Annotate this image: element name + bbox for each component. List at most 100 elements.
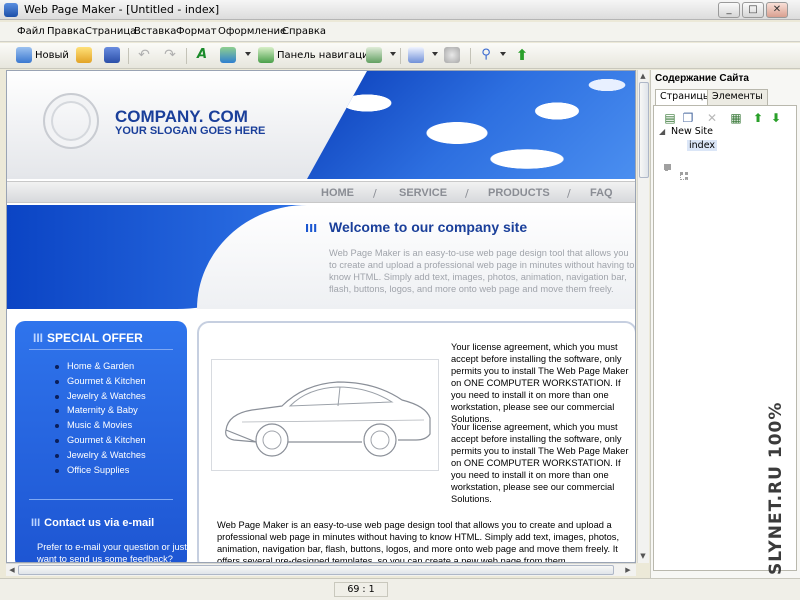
- new-page-icon: [16, 47, 32, 63]
- navigation-bar-icon: [258, 47, 274, 63]
- tree-item-site[interactable]: New Site: [671, 126, 713, 137]
- toolbar-separator: [470, 48, 471, 64]
- nav-separator: /: [567, 187, 571, 200]
- nav-separator: /: [373, 187, 377, 200]
- delete-icon[interactable]: ✕: [704, 110, 720, 126]
- offer-item[interactable]: Jewelry & Watches: [41, 391, 146, 406]
- description-text: Web Page Maker is an easy-to-use web pag…: [217, 520, 620, 563]
- nav-faq[interactable]: FAQ: [590, 187, 613, 199]
- pencil-icon: [408, 47, 424, 63]
- menu-help[interactable]: Справка: [282, 26, 326, 37]
- navigation-panel-button[interactable]: Панель навигации: [258, 47, 375, 65]
- save-icon: [104, 47, 120, 63]
- image-icon: [220, 47, 236, 63]
- offer-item[interactable]: Gourmet & Kitchen: [41, 376, 146, 391]
- offer-item[interactable]: Jewelry & Watches: [41, 450, 146, 465]
- toolbar: Новый ↶ ↷ A Панель навигации ⚲ ⬆: [0, 43, 800, 69]
- new-button[interactable]: Новый: [16, 47, 69, 65]
- redo-icon: ↷: [164, 47, 176, 63]
- chevron-down-icon[interactable]: [245, 52, 251, 56]
- menu-insert[interactable]: Вставка: [134, 26, 176, 37]
- upload-button[interactable]: ⬆: [514, 47, 530, 65]
- toolbar-separator: [128, 48, 129, 64]
- offer-item[interactable]: Home & Garden: [41, 361, 146, 376]
- scroll-down-icon[interactable]: ▼: [638, 551, 648, 561]
- site-nav-bar: HOME / SERVICE / PRODUCTS / FAQ: [7, 181, 635, 203]
- menu-bar: Файл Правка Страница Вставка Формат Офор…: [0, 22, 800, 42]
- offer-item[interactable]: Maternity & Baby: [41, 405, 146, 420]
- insert-object-button[interactable]: [366, 47, 382, 65]
- scroll-up-icon[interactable]: ▲: [638, 71, 648, 81]
- zoom-button[interactable]: ⚲: [478, 47, 494, 65]
- menu-page[interactable]: Страница: [85, 26, 136, 37]
- offer-list: Home & Garden Gourmet & Kitchen Jewelry …: [41, 361, 146, 479]
- offer-item[interactable]: Office Supplies: [41, 465, 146, 480]
- page-properties-icon[interactable]: ▦: [728, 110, 744, 126]
- edit-button[interactable]: [408, 47, 424, 65]
- globe-icon: [444, 47, 460, 63]
- panel-title: Содержание Сайта: [655, 73, 749, 84]
- design-canvas[interactable]: COMPANY. COM YOUR SLOGAN GOES HERE HOME …: [6, 70, 636, 563]
- search-icon: ⚲: [481, 47, 491, 62]
- car-image[interactable]: [211, 359, 439, 471]
- welcome-title: Welcome to our company site: [329, 219, 528, 235]
- menu-design[interactable]: Оформление: [218, 26, 286, 37]
- menu-edit[interactable]: Правка: [47, 26, 85, 37]
- nav-service[interactable]: SERVICE: [399, 187, 447, 199]
- bars-icon: III: [33, 331, 44, 345]
- redo-button[interactable]: ↷: [162, 47, 178, 65]
- open-button[interactable]: [76, 47, 92, 65]
- folder-icon: [76, 47, 92, 63]
- cursor-position: 69 : 1: [334, 582, 388, 597]
- scroll-left-icon[interactable]: ◀: [7, 565, 17, 575]
- contact-title: III Contact us via e-mail: [31, 517, 155, 529]
- chevron-down-icon[interactable]: [390, 52, 396, 56]
- undo-button[interactable]: ↶: [136, 47, 152, 65]
- minimize-button[interactable]: _: [718, 2, 740, 18]
- special-offer-title: III SPECIAL OFFER: [33, 331, 143, 345]
- move-down-icon[interactable]: ⬇: [768, 110, 784, 126]
- divider: [29, 349, 173, 350]
- add-page-icon[interactable]: ▤: [662, 110, 678, 126]
- title-bar: Web Page Maker - [Untitled - index] _ □ …: [0, 0, 800, 20]
- tree-collapse-icon[interactable]: ◢: [659, 127, 665, 136]
- preview-button[interactable]: [444, 47, 460, 65]
- menu-file[interactable]: Файл: [17, 26, 45, 37]
- special-offer-panel: III SPECIAL OFFER Home & Garden Gourmet &…: [15, 321, 187, 563]
- horizontal-scrollbar[interactable]: ◀ ▶: [6, 563, 636, 576]
- contact-text: Prefer to e-mail your question or just w…: [37, 542, 187, 563]
- scroll-right-icon[interactable]: ▶: [623, 565, 633, 575]
- status-bar: 69 : 1: [0, 578, 800, 600]
- company-name: COMPANY. COM: [115, 107, 248, 126]
- menu-format[interactable]: Формат: [176, 26, 217, 37]
- close-button[interactable]: ✕: [766, 2, 788, 18]
- offer-item[interactable]: Music & Movies: [41, 420, 146, 435]
- divider: [29, 499, 173, 500]
- nav-products[interactable]: PRODUCTS: [488, 187, 550, 199]
- insert-text-button[interactable]: A: [194, 47, 210, 65]
- window-title: Web Page Maker - [Untitled - index]: [24, 3, 220, 16]
- insert-image-button[interactable]: [220, 47, 236, 65]
- vertical-scrollbar[interactable]: ▲ ▼: [637, 70, 649, 563]
- chevron-down-icon[interactable]: [500, 52, 506, 56]
- nav-home[interactable]: HOME: [321, 187, 354, 199]
- license-text: Your license agreement, which you must a…: [451, 422, 629, 504]
- chevron-down-icon[interactable]: [432, 52, 438, 56]
- toolbar-separator: [400, 48, 401, 64]
- car-icon: [225, 381, 431, 457]
- copy-page-icon[interactable]: ❐: [680, 110, 696, 126]
- move-up-icon[interactable]: ⬆: [750, 110, 766, 126]
- scroll-thumb[interactable]: [639, 82, 649, 178]
- intro-text: Web Page Maker is an easy-to-use web pag…: [329, 248, 635, 294]
- tree-connector: [680, 172, 688, 180]
- tree-item-index[interactable]: index: [687, 140, 717, 151]
- tab-elements[interactable]: Элементы: [707, 89, 768, 105]
- undo-icon: ↶: [138, 47, 150, 63]
- welcome-bars-icon: III: [305, 222, 318, 235]
- watermark: SLYNET.RU 100%: [752, 402, 800, 575]
- tree-connector: [664, 164, 668, 170]
- maximize-button[interactable]: □: [742, 2, 764, 18]
- offer-item[interactable]: Gourmet & Kitchen: [41, 435, 146, 450]
- save-button[interactable]: [104, 47, 120, 65]
- scroll-thumb[interactable]: [18, 565, 614, 575]
